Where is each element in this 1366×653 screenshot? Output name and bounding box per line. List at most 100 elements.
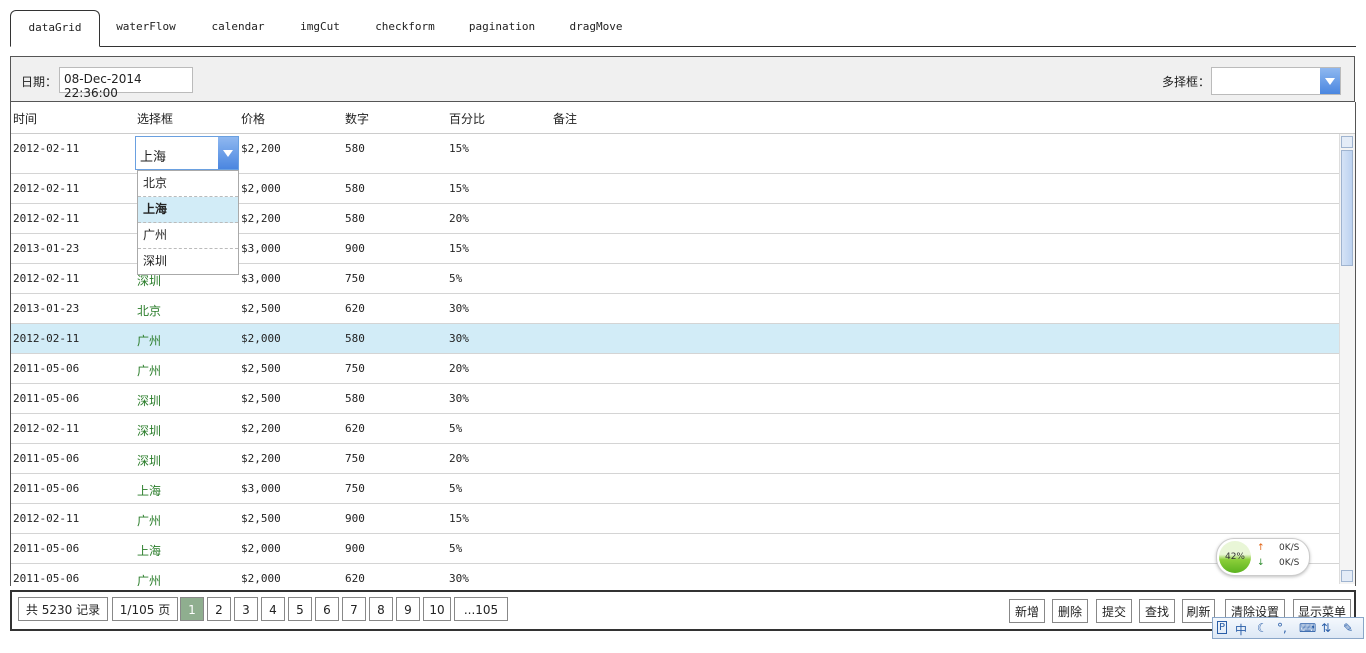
table-cell-city[interactable]: 上海 [137, 482, 161, 499]
action-button[interactable]: 刷新 [1182, 599, 1215, 623]
table-cell-date[interactable]: 2011-05-06 [13, 452, 79, 465]
keyboard-icon[interactable]: ⌨ [1299, 621, 1316, 635]
table-cell-pct[interactable]: 5% [449, 542, 462, 555]
table-cell-pct[interactable]: 30% [449, 392, 469, 405]
tab-imgcut[interactable]: imgCut [290, 10, 350, 44]
table-cell-pct[interactable]: 15% [449, 142, 469, 155]
table-cell-pct[interactable]: 20% [449, 212, 469, 225]
table-cell-price[interactable]: $2,500 [241, 512, 281, 525]
chevron-down-icon[interactable] [1320, 68, 1340, 94]
table-cell-city[interactable]: 上海 [137, 542, 161, 559]
table-row[interactable]: 2011-05-06 广州 $2,500 750 20% [11, 354, 1341, 384]
table-cell-pct[interactable]: 30% [449, 332, 469, 345]
header-percent[interactable]: 百分比 [449, 110, 485, 127]
table-cell-date[interactable]: 2012-02-11 [13, 212, 79, 225]
page-button[interactable]: ...105 [454, 597, 508, 621]
table-cell-num[interactable]: 580 [345, 212, 365, 225]
table-cell-price[interactable]: $3,000 [241, 482, 281, 495]
table-cell-price[interactable]: $2,200 [241, 142, 281, 155]
table-cell-pct[interactable]: 5% [449, 272, 462, 285]
page-button[interactable]: 6 [315, 597, 339, 621]
table-cell-pct[interactable]: 5% [449, 482, 462, 495]
dropdown-option[interactable]: 深圳 [138, 249, 238, 274]
vertical-scrollbar[interactable] [1339, 134, 1355, 584]
table-cell-price[interactable]: $3,000 [241, 242, 281, 255]
ime-mode[interactable]: 中 [1235, 621, 1247, 638]
table-row[interactable]: 2011-05-06 上海 $2,000 900 5% [11, 534, 1341, 564]
table-row[interactable]: 2011-05-06 深圳 $2,500 580 30% [11, 384, 1341, 414]
page-button[interactable]: 2 [207, 597, 231, 621]
table-cell-city[interactable]: 广州 [137, 362, 161, 379]
table-cell-num[interactable]: 620 [345, 422, 365, 435]
table-row[interactable]: 2011-05-06 上海 $3,000 750 5% [11, 474, 1341, 504]
table-cell-city[interactable]: 广州 [137, 572, 161, 586]
table-cell-pct[interactable]: 30% [449, 572, 469, 585]
table-cell-price[interactable]: $2,200 [241, 212, 281, 225]
network-speed-widget[interactable]: 42% ↑ 0K/S ↓ 0K/S [1216, 538, 1310, 576]
table-cell-price[interactable]: $2,000 [241, 182, 281, 195]
table-cell-date[interactable]: 2013-01-23 [13, 302, 79, 315]
ime-toolbar[interactable]: P 中 ☾ °, ⌨ ⇅ ✎ [1212, 617, 1364, 639]
tab-datagrid[interactable]: dataGrid [10, 10, 100, 47]
dropdown-option[interactable]: 北京 [138, 171, 238, 197]
table-cell-date[interactable]: 2012-02-11 [13, 272, 79, 285]
table-cell-price[interactable]: $2,500 [241, 302, 281, 315]
punctuation-icon[interactable]: °, [1277, 621, 1287, 635]
wrench-icon[interactable]: ✎ [1343, 621, 1353, 635]
table-cell-pct[interactable]: 5% [449, 422, 462, 435]
table-cell-num[interactable]: 580 [345, 142, 365, 155]
action-button[interactable]: 删除 [1052, 599, 1088, 623]
table-cell-num[interactable]: 620 [345, 302, 365, 315]
header-time[interactable]: 时间 [13, 110, 37, 127]
page-button[interactable]: 4 [261, 597, 285, 621]
table-cell-num[interactable]: 750 [345, 362, 365, 375]
table-row[interactable]: 2012-02-11 广州 $2,000 580 30% [11, 324, 1341, 354]
table-cell-price[interactable]: $2,000 [241, 572, 281, 585]
table-cell-city[interactable]: 深圳 [137, 422, 161, 439]
table-cell-city[interactable]: 广州 [137, 512, 161, 529]
action-button[interactable]: 新增 [1009, 599, 1045, 623]
page-button[interactable]: 3 [234, 597, 258, 621]
table-cell-price[interactable]: $2,200 [241, 422, 281, 435]
moon-icon[interactable]: ☾ [1257, 621, 1268, 635]
scroll-thumb[interactable] [1341, 150, 1353, 266]
header-select[interactable]: 选择框 [137, 110, 173, 127]
page-button[interactable]: 7 [342, 597, 366, 621]
table-cell-date[interactable]: 2011-05-06 [13, 542, 79, 555]
table-cell-price[interactable]: $2,500 [241, 362, 281, 375]
table-cell-city[interactable]: 北京 [137, 302, 161, 319]
table-row[interactable]: 2012-02-11 深圳 $2,200 620 5% [11, 414, 1341, 444]
table-cell-num[interactable]: 750 [345, 272, 365, 285]
header-price[interactable]: 价格 [241, 110, 265, 127]
table-cell-date[interactable]: 2011-05-06 [13, 572, 79, 585]
page-button[interactable]: 8 [369, 597, 393, 621]
table-cell-price[interactable]: $2,000 [241, 542, 281, 555]
table-cell-date[interactable]: 2012-02-11 [13, 182, 79, 195]
table-cell-date[interactable]: 2012-02-11 [13, 512, 79, 525]
table-cell-num[interactable]: 620 [345, 572, 365, 585]
page-button[interactable]: 5 [288, 597, 312, 621]
table-cell-pct[interactable]: 15% [449, 512, 469, 525]
table-cell-num[interactable]: 900 [345, 542, 365, 555]
table-cell-num[interactable]: 580 [345, 332, 365, 345]
table-cell-num[interactable]: 900 [345, 512, 365, 525]
tab-waterflow[interactable]: waterFlow [106, 10, 186, 44]
scroll-down-icon[interactable] [1341, 570, 1353, 582]
action-button[interactable]: 查找 [1139, 599, 1175, 623]
table-row[interactable]: 2012-02-11 广州 $2,500 900 15% [11, 504, 1341, 534]
header-remark[interactable]: 备注 [553, 110, 577, 127]
table-cell-price[interactable]: $2,500 [241, 392, 281, 405]
table-cell-date[interactable]: 2012-02-11 [13, 142, 79, 155]
table-cell-date[interactable]: 2012-02-11 [13, 332, 79, 345]
table-cell-price[interactable]: $3,000 [241, 272, 281, 285]
table-cell-pct[interactable]: 30% [449, 302, 469, 315]
table-cell-num[interactable]: 580 [345, 392, 365, 405]
scroll-up-icon[interactable] [1341, 136, 1353, 148]
tab-pagination[interactable]: pagination [458, 10, 546, 44]
table-cell-price[interactable]: $2,200 [241, 452, 281, 465]
table-cell-num[interactable]: 580 [345, 182, 365, 195]
table-cell-num[interactable]: 750 [345, 452, 365, 465]
ime-logo-icon[interactable]: P [1217, 621, 1228, 634]
table-row[interactable]: 2013-01-23 北京 $2,500 620 30% [11, 294, 1341, 324]
table-cell-date[interactable]: 2013-01-23 [13, 242, 79, 255]
